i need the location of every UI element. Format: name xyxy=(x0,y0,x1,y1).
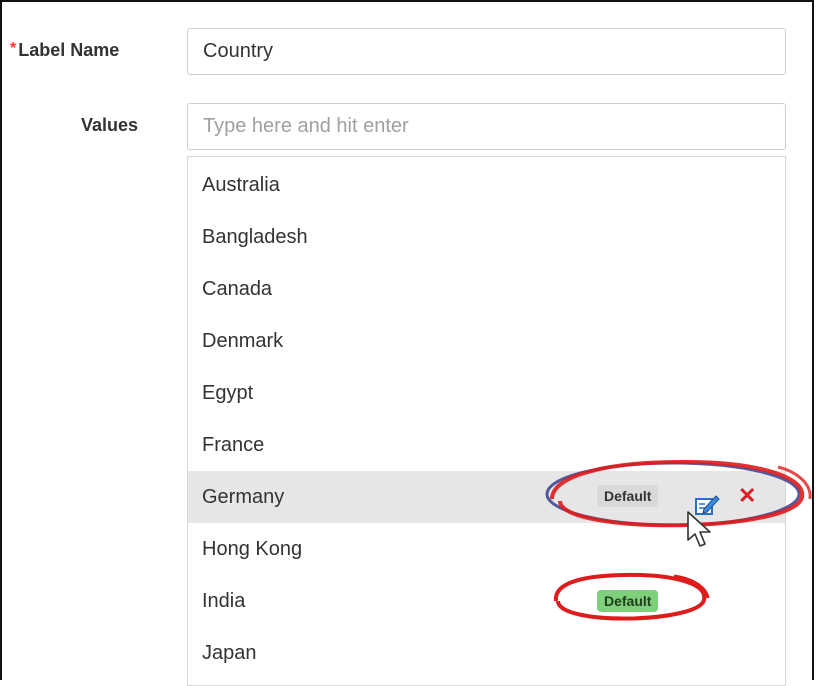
list-item[interactable]: Australia xyxy=(188,159,785,211)
values-list: Australia Bangladesh Canada Denmark Egyp… xyxy=(187,156,786,686)
list-item[interactable]: Bangladesh xyxy=(188,211,785,263)
delete-icon[interactable]: ✕ xyxy=(738,482,756,510)
list-item-label: France xyxy=(202,434,265,456)
edit-icon[interactable] xyxy=(694,485,720,515)
list-item[interactable]: Canada xyxy=(188,263,785,315)
label-name-label: * Label Name xyxy=(10,40,119,61)
list-item-label: Bangladesh xyxy=(202,226,308,248)
default-badge: Default xyxy=(597,485,659,507)
mouse-cursor-icon xyxy=(687,511,711,547)
required-marker: * xyxy=(10,40,17,57)
label-name-input[interactable] xyxy=(187,28,786,75)
list-item-label: Hong Kong xyxy=(202,538,303,560)
list-item-india[interactable]: India Default xyxy=(188,575,785,627)
list-item[interactable]: France xyxy=(188,419,785,471)
list-item[interactable]: Japan xyxy=(188,627,785,679)
values-label: Values xyxy=(81,115,139,135)
list-item[interactable]: Egypt xyxy=(188,367,785,419)
label-name-text: Label Name xyxy=(18,40,120,60)
list-item-label: India xyxy=(202,590,246,612)
list-item-label: Canada xyxy=(202,278,273,300)
list-item-label: Egypt xyxy=(202,382,254,404)
default-badge: Default xyxy=(597,590,659,612)
list-item-label: Denmark xyxy=(202,330,284,352)
list-item-label: Australia xyxy=(202,174,280,196)
values-input[interactable] xyxy=(187,103,786,150)
list-item-label: Germany xyxy=(202,486,285,508)
list-item[interactable]: Denmark xyxy=(188,315,785,367)
list-item-label: Japan xyxy=(202,642,257,664)
